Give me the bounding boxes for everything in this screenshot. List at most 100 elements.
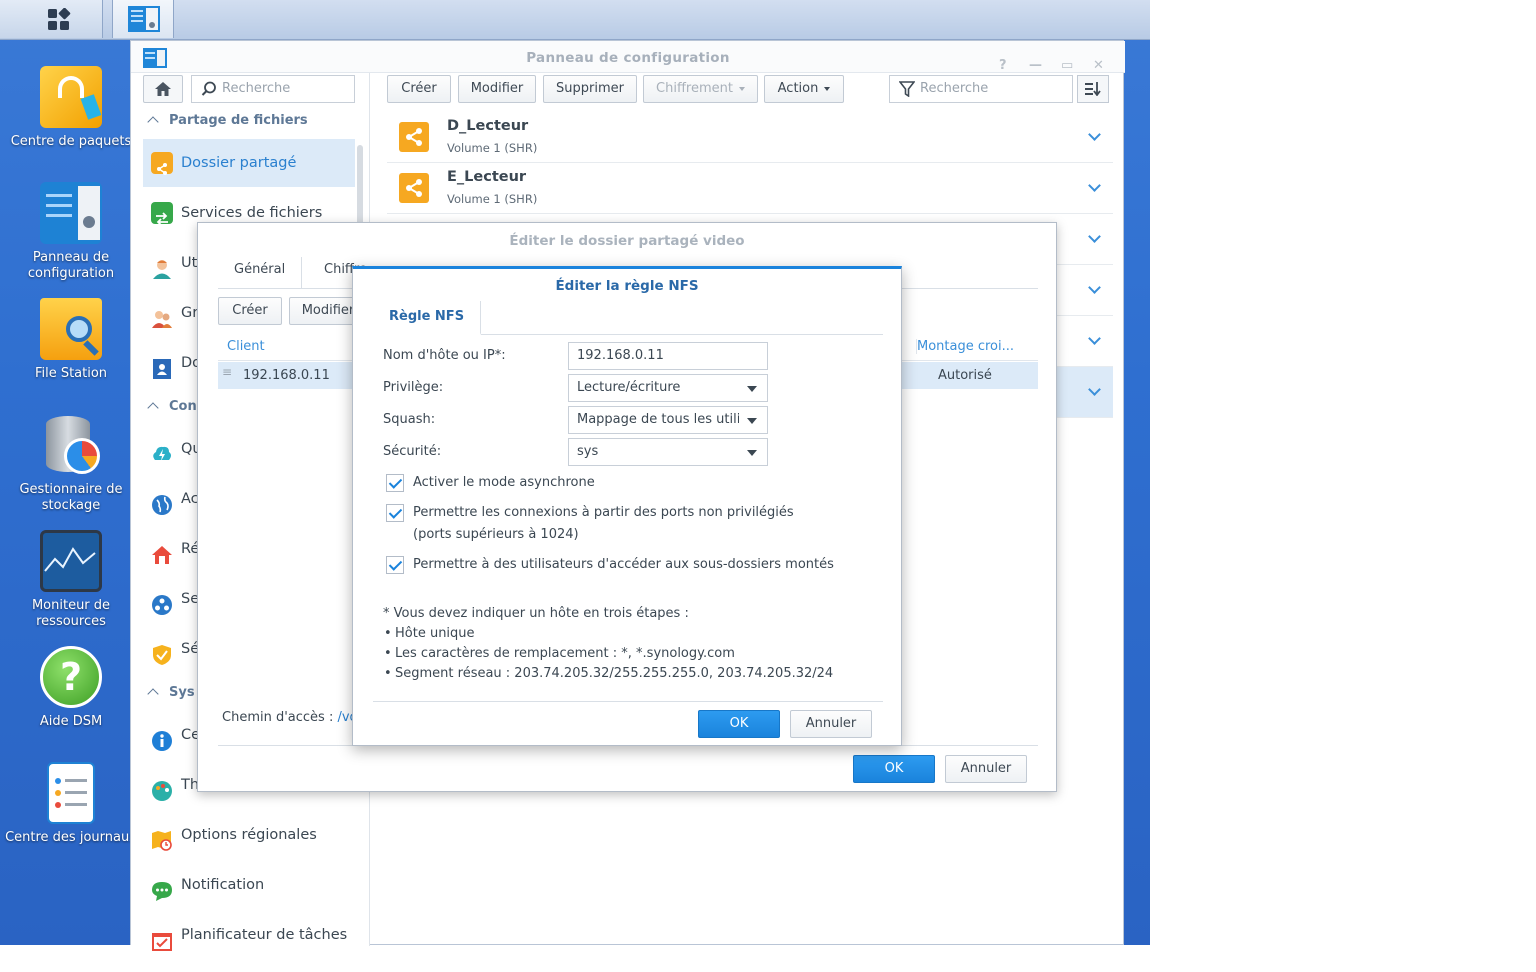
sidebar-item-task-scheduler[interactable]: Planificateur de tâches bbox=[143, 911, 355, 959]
taskbar bbox=[0, 0, 1150, 40]
window-titlebar[interactable]: Panneau de configuration ? — ▭ ✕ bbox=[131, 41, 1125, 73]
control-panel-icon bbox=[128, 6, 160, 32]
sidebar-item-shared-folder[interactable]: Dossier partagé bbox=[143, 139, 355, 187]
nfs-ok-button[interactable]: OK bbox=[698, 710, 780, 738]
resource-monitor-icon bbox=[40, 530, 102, 592]
squash-select[interactable]: Mappage de tous les utilis bbox=[568, 406, 768, 434]
desktop-icon-storage-manager[interactable]: Gestionnaire de stockage bbox=[0, 414, 142, 514]
desktop-icon-label: Gestionnaire de stockage bbox=[19, 482, 123, 513]
privilege-value: Lecture/écriture bbox=[577, 380, 681, 395]
host-input[interactable]: 192.168.0.11 bbox=[568, 342, 768, 370]
nonpriv-ports-checkbox[interactable] bbox=[386, 504, 404, 522]
tab-general[interactable]: Général bbox=[218, 257, 303, 289]
section-file-sharing[interactable]: Partage de fichiers bbox=[147, 113, 308, 128]
divider bbox=[373, 701, 883, 702]
column-client[interactable]: Client bbox=[227, 339, 265, 354]
share-search-input[interactable]: Recherche bbox=[889, 75, 1073, 103]
share-name: E_Lecteur bbox=[447, 169, 527, 185]
search-placeholder: Recherche bbox=[920, 81, 989, 96]
share-volume: Volume 1 (SHR) bbox=[447, 141, 538, 155]
group-icon bbox=[151, 302, 173, 328]
encryption-label: Chiffrement bbox=[656, 81, 733, 96]
subfolder-checkbox[interactable] bbox=[386, 556, 404, 574]
sidebar-item-label: Dossier partagé bbox=[181, 155, 297, 171]
tab-nfs-rule[interactable]: Règle NFS bbox=[373, 301, 482, 335]
main-menu-button[interactable] bbox=[0, 0, 103, 38]
privilege-label: Privilège: bbox=[383, 380, 444, 395]
control-panel-icon bbox=[40, 182, 102, 244]
path-row: Chemin d'accès : /vo bbox=[222, 710, 358, 725]
home-button[interactable] bbox=[143, 75, 183, 103]
desktop-icon-label: Moniteur de ressources bbox=[31, 598, 111, 629]
sidebar-search-input[interactable]: Recherche bbox=[191, 75, 355, 103]
edit-button[interactable]: Modifier bbox=[458, 75, 536, 103]
sidebar-item-label: Gr bbox=[181, 305, 199, 321]
shared-folder-icon bbox=[151, 152, 173, 175]
expand-chevron-icon[interactable] bbox=[1088, 332, 1101, 345]
action-dropdown[interactable]: Action bbox=[764, 75, 844, 103]
desktop-icon-log-center[interactable]: Centre des journaux bbox=[0, 762, 142, 846]
host-label: Nom d'hôte ou IP*: bbox=[383, 348, 506, 363]
nfs-create-button[interactable]: Créer bbox=[218, 297, 282, 325]
nfs-tabs: Règle NFS bbox=[373, 301, 883, 335]
desktop-icon-resource-monitor[interactable]: Moniteur de ressources bbox=[0, 530, 142, 630]
cancel-button[interactable]: Annuler bbox=[945, 755, 1027, 783]
control-panel-icon bbox=[143, 48, 167, 68]
desktop-icon-package-center[interactable]: Centre de paquets bbox=[0, 66, 142, 150]
expand-chevron-icon[interactable] bbox=[1088, 179, 1101, 192]
sidebar-item-label: Planificateur de tâches bbox=[181, 927, 348, 943]
expand-chevron-icon[interactable] bbox=[1088, 383, 1101, 396]
taskbar-control-panel-button[interactable] bbox=[112, 0, 174, 38]
host-note-title: * Vous devez indiquer un hôte en trois é… bbox=[383, 606, 689, 621]
info-icon bbox=[151, 724, 173, 751]
desktop-icon-label: Centre des journaux bbox=[5, 830, 137, 845]
caret-down-icon bbox=[738, 86, 745, 91]
expand-chevron-icon[interactable] bbox=[1088, 281, 1101, 294]
share-row[interactable]: E_Lecteur Volume 1 (SHR) bbox=[387, 163, 1113, 214]
security-icon bbox=[151, 638, 173, 665]
share-row[interactable]: D_Lecteur Volume 1 (SHR) bbox=[387, 112, 1113, 163]
expand-chevron-icon[interactable] bbox=[1088, 128, 1101, 141]
expand-chevron-icon[interactable] bbox=[1088, 230, 1101, 243]
column-cross-mount[interactable]: Montage croi... bbox=[916, 339, 1014, 354]
async-checkbox[interactable] bbox=[386, 474, 404, 492]
ok-button[interactable]: OK bbox=[853, 755, 935, 783]
file-services-icon bbox=[151, 202, 173, 226]
shared-folder-icon bbox=[399, 122, 429, 152]
encryption-dropdown[interactable]: Chiffrement bbox=[643, 75, 758, 103]
regional-options-icon bbox=[151, 824, 173, 851]
sidebar-item-notification[interactable]: Notification bbox=[143, 861, 355, 909]
user-icon bbox=[151, 252, 173, 279]
squash-label: Squash: bbox=[383, 412, 436, 427]
section-title: Con bbox=[169, 399, 197, 414]
delete-button[interactable]: Supprimer bbox=[543, 75, 637, 103]
privilege-select[interactable]: Lecture/écriture bbox=[568, 374, 768, 402]
search-placeholder: Recherche bbox=[222, 81, 291, 96]
host-note-item: Segment réseau : 203.74.205.32/255.255.2… bbox=[384, 666, 833, 681]
desktop-icon-file-station[interactable]: File Station bbox=[0, 298, 142, 382]
create-button[interactable]: Créer bbox=[387, 75, 451, 103]
sort-button[interactable] bbox=[1077, 75, 1109, 103]
section-system[interactable]: Sys bbox=[147, 685, 195, 700]
dhcp-icon bbox=[151, 588, 173, 615]
security-label: Sécurité: bbox=[383, 444, 442, 459]
sidebar-item-label: Ac bbox=[181, 491, 199, 507]
task-scheduler-icon bbox=[151, 924, 173, 951]
async-label: Activer le mode asynchrone bbox=[413, 475, 595, 490]
sidebar-item-regional-options[interactable]: Options régionales bbox=[143, 811, 355, 859]
window-title: Panneau de configuration bbox=[526, 50, 730, 66]
filter-icon bbox=[899, 81, 915, 97]
sidebar-item-label: Options régionales bbox=[181, 827, 317, 843]
drag-handle-icon: ≡ bbox=[222, 365, 233, 379]
section-connectivity[interactable]: Con bbox=[147, 399, 197, 414]
desktop-icon-dsm-help[interactable]: ? Aide DSM bbox=[0, 646, 142, 730]
file-station-icon bbox=[40, 298, 102, 360]
desktop-icon-label: File Station bbox=[34, 366, 108, 381]
log-center-icon bbox=[47, 762, 95, 824]
desktop-icon-control-panel[interactable]: Panneau de configuration bbox=[0, 182, 142, 282]
host-note-item: Hôte unique bbox=[384, 626, 474, 641]
storage-manager-icon bbox=[40, 414, 102, 476]
security-select[interactable]: sys bbox=[568, 438, 768, 466]
desktop-icon-label: Centre de paquets bbox=[10, 134, 132, 149]
nfs-cancel-button[interactable]: Annuler bbox=[790, 710, 872, 738]
